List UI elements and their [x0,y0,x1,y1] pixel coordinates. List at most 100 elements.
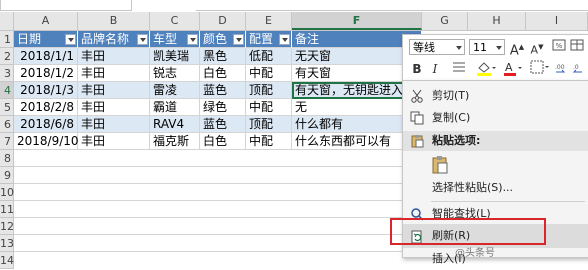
align-icon[interactable] [447,60,471,78]
column-header-i[interactable]: I [526,12,588,30]
header-cell-date[interactable]: 日期 [14,31,78,48]
table-cell[interactable]: 丰田 [78,48,150,65]
decrease-decimal-icon[interactable]: .00 [553,60,569,78]
mini-toolbar: 等线 11 A▲ A▼ % B I A .00 .0 [402,34,588,82]
column-header-a[interactable]: A [14,12,78,30]
table-cell[interactable]: RAV4 [150,116,200,133]
fill-color-icon[interactable] [473,60,499,78]
table-cell[interactable]: 2018/2/8 [14,99,78,116]
header-cell-brand[interactable]: 品牌名称 [78,31,150,48]
table-cell[interactable]: 蓝色 [200,82,246,99]
name-box[interactable] [0,0,132,11]
row-header-2[interactable]: 2 [0,48,14,65]
table-cell[interactable]: 2018/9/10 [14,133,79,150]
table-cell[interactable]: 黑色 [200,48,246,65]
table-cell[interactable]: 中配 [246,99,292,116]
row-header-13[interactable]: 13 [0,235,14,252]
table-cell[interactable]: 福克斯 [150,133,200,150]
row-header-9[interactable]: 9 [0,167,14,184]
font-color-icon[interactable]: A [501,60,525,78]
table-cell[interactable]: 霸道 [150,99,200,116]
shrink-font-button[interactable]: A▼ [529,38,545,57]
increase-decimal-icon[interactable]: .0 [571,60,587,78]
row-header-12[interactable]: 12 [0,218,14,235]
table-cell[interactable]: 2018/1/3 [14,82,78,99]
table-cell[interactable]: 2018/1/1 [14,48,78,65]
row-header-11[interactable]: 11 [0,201,14,218]
font-name-select[interactable]: 等线 [409,39,465,55]
filter-dropdown-icon[interactable] [65,34,76,45]
table-cell[interactable]: 顶配 [246,116,292,133]
column-header-f[interactable]: F [292,12,422,30]
table-cell[interactable]: 蓝色 [200,116,246,133]
column-header-g[interactable]: G [422,12,468,30]
table-cell[interactable]: 中配 [246,133,292,150]
row-header-14[interactable]: 14 [0,252,14,269]
borders-icon[interactable] [529,60,551,78]
menu-item-copy[interactable]: 复制(C) [403,107,588,129]
copy-icon [410,111,424,125]
table-cell[interactable]: 2018/1/2 [14,65,78,82]
column-header-h[interactable]: H [468,12,526,30]
paste-option-button[interactable] [431,155,451,175]
chevron-down-icon [456,46,462,50]
formula-bar-area [0,0,588,12]
row-header-3[interactable]: 3 [0,65,14,82]
table-cell[interactable]: 丰田 [78,65,150,82]
table-cell[interactable]: 白色 [200,133,246,150]
watermark: @头条号 [455,248,495,259]
menu-separator [431,201,585,202]
chevron-down-icon [496,46,502,50]
table-cell[interactable]: 顶配 [246,82,292,99]
column-header-b[interactable]: B [78,12,150,30]
row-header-4[interactable]: 4 [0,82,14,99]
table-cell[interactable]: 丰田 [78,133,150,150]
svg-text:%: % [556,42,563,50]
filter-dropdown-icon[interactable] [137,34,148,45]
header-cell-config[interactable]: 配置 [246,31,292,48]
svg-text:.0: .0 [573,64,579,71]
row-header-5[interactable]: 5 [0,99,14,116]
table-cell[interactable]: 2018/6/8 [14,116,78,133]
formula-bar[interactable] [196,0,588,11]
row-header-8[interactable]: 8 [0,150,14,167]
number-format-icon[interactable]: % [551,38,567,56]
bold-button[interactable]: B [409,60,425,78]
table-cell[interactable]: 雷凌 [150,82,200,99]
table-cell[interactable]: 锐志 [150,65,200,82]
table-cell[interactable]: 白色 [200,65,246,82]
column-header-c[interactable]: C [150,12,200,30]
select-all-corner[interactable] [0,12,14,30]
table-cell[interactable]: 中配 [246,65,292,82]
paste-options-header: 粘贴选项: [403,131,588,151]
column-header-d[interactable]: D [200,12,246,30]
svg-text:A: A [505,61,513,74]
filter-dropdown-icon[interactable] [187,34,198,45]
header-cell-model[interactable]: 车型 [150,31,200,48]
menu-item-insert[interactable]: 插入(I) [403,248,588,270]
font-size-select[interactable]: 11 [469,39,505,55]
menu-item-cut[interactable]: 剪切(T) [403,85,588,107]
scissors-icon [410,89,424,103]
row-header-6[interactable]: 6 [0,116,14,133]
table-format-icon[interactable] [569,38,585,56]
highlight-annotation [390,218,546,245]
row-header-7[interactable]: 7 [0,133,14,150]
italic-button[interactable]: I [427,60,443,78]
svg-text:.00: .00 [555,64,565,71]
filter-dropdown-icon[interactable] [233,34,244,45]
table-cell[interactable]: 凯美瑞 [150,48,200,65]
table-cell[interactable]: 低配 [246,48,292,65]
column-header-e[interactable]: E [246,12,292,30]
grow-font-button[interactable]: A▲ [509,38,525,58]
table-cell[interactable]: 丰田 [78,99,150,116]
column-headers: A B C D E F G H I [0,12,588,31]
row-header-10[interactable]: 10 [0,184,14,201]
row-header-1[interactable]: 1 [0,31,14,48]
table-cell[interactable]: 绿色 [200,99,246,116]
menu-item-paste-special[interactable]: 选择性粘贴(S)... [403,177,588,199]
filter-dropdown-icon[interactable] [279,34,290,45]
table-cell[interactable]: 丰田 [78,82,150,99]
header-cell-color[interactable]: 颜色 [200,31,246,48]
table-cell[interactable]: 丰田 [78,116,150,133]
